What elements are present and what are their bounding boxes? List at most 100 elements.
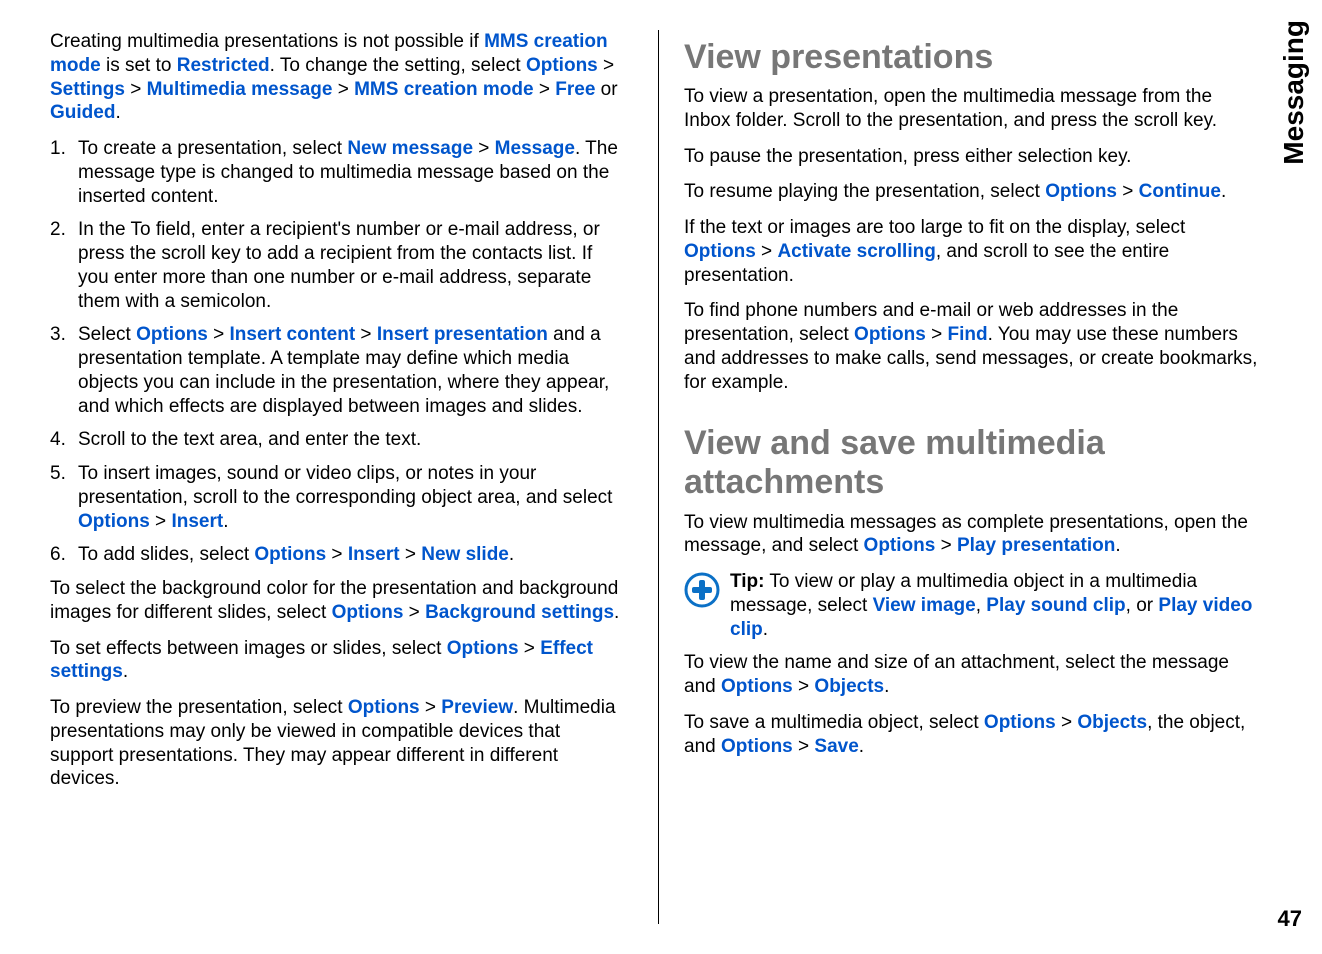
heading-view-and-save: View and save multimedia attachments — [684, 424, 1262, 502]
text: > — [332, 79, 354, 100]
text: > — [326, 544, 348, 565]
link-objects[interactable]: Objects — [814, 676, 884, 697]
link-free[interactable]: Free — [555, 79, 595, 100]
step-number: 3. — [50, 323, 66, 347]
step-6: 6. To add slides, select Options > Inser… — [50, 543, 628, 567]
text: > — [1117, 181, 1139, 202]
step-4: 4. Scroll to the text area, and enter th… — [50, 428, 628, 452]
link-play-sound-clip[interactable]: Play sound clip — [986, 595, 1125, 616]
paragraph: To find phone numbers and e-mail or web … — [684, 299, 1262, 394]
text: . — [115, 102, 120, 123]
text: To save a multimedia object, select — [684, 712, 984, 733]
text: . — [1115, 535, 1120, 556]
link-options[interactable]: Options — [721, 676, 793, 697]
link-multimedia-message[interactable]: Multimedia message — [147, 79, 333, 100]
text: To add slides, select — [78, 544, 254, 565]
link-options[interactable]: Options — [984, 712, 1056, 733]
link-background-settings[interactable]: Background settings — [425, 602, 614, 623]
link-options[interactable]: Options — [254, 544, 326, 565]
text: . — [859, 736, 864, 757]
link-continue[interactable]: Continue — [1139, 181, 1221, 202]
step-5: 5. To insert images, sound or video clip… — [50, 462, 628, 533]
link-preview[interactable]: Preview — [441, 697, 513, 718]
step-number: 6. — [50, 543, 66, 567]
text: > — [534, 79, 556, 100]
link-options[interactable]: Options — [684, 241, 756, 262]
link-options[interactable]: Options — [136, 324, 208, 345]
text: > — [793, 676, 815, 697]
preview-paragraph: To preview the presentation, select Opti… — [50, 696, 628, 791]
step-number: 5. — [50, 462, 66, 486]
paragraph: To pause the presentation, press either … — [684, 145, 1262, 169]
text: . — [884, 676, 889, 697]
text: is set to — [101, 55, 177, 76]
link-options[interactable]: Options — [721, 736, 793, 757]
link-options[interactable]: Options — [864, 535, 936, 556]
text: To create a presentation, select — [78, 138, 347, 159]
text: . — [1221, 181, 1226, 202]
link-options[interactable]: Options — [526, 55, 598, 76]
link-restricted[interactable]: Restricted — [177, 55, 270, 76]
link-mms-creation-mode-2[interactable]: MMS creation mode — [354, 79, 533, 100]
text: . — [509, 544, 514, 565]
text: . To change the setting, select — [270, 55, 526, 76]
text: > — [935, 535, 957, 556]
section-tab: Messaging — [1278, 20, 1310, 165]
text: If the text or images are too large to f… — [684, 217, 1185, 238]
text: > — [355, 324, 377, 345]
heading-view-presentations: View presentations — [684, 38, 1262, 77]
text: . — [614, 602, 619, 623]
paragraph: To view the name and size of an attachme… — [684, 651, 1262, 699]
link-message[interactable]: Message — [495, 138, 575, 159]
step-number: 4. — [50, 428, 66, 452]
link-new-message[interactable]: New message — [347, 138, 473, 159]
text: > — [1056, 712, 1078, 733]
paragraph: To view multimedia messages as complete … — [684, 511, 1262, 559]
paragraph: To view a presentation, open the multime… — [684, 85, 1262, 133]
text: > — [150, 511, 172, 532]
background-paragraph: To select the background color for the p… — [50, 577, 628, 625]
link-objects[interactable]: Objects — [1077, 712, 1147, 733]
link-settings[interactable]: Settings — [50, 79, 125, 100]
text: , or — [1126, 595, 1159, 616]
link-play-presentation[interactable]: Play presentation — [957, 535, 1115, 556]
link-insert-content[interactable]: Insert content — [230, 324, 356, 345]
paragraph: To resume playing the presentation, sele… — [684, 180, 1262, 204]
link-options[interactable]: Options — [1045, 181, 1117, 202]
text: . — [223, 511, 228, 532]
text: > — [926, 324, 948, 345]
text: > — [125, 79, 147, 100]
link-insert[interactable]: Insert — [348, 544, 400, 565]
link-activate-scrolling[interactable]: Activate scrolling — [777, 241, 935, 262]
text: Scroll to the text area, and enter the t… — [78, 429, 421, 450]
text: > — [420, 697, 442, 718]
link-options[interactable]: Options — [854, 324, 926, 345]
tip-plus-icon — [684, 572, 720, 608]
link-options[interactable]: Options — [447, 638, 519, 659]
text: . — [763, 619, 768, 640]
tip-block: Tip: To view or play a multimedia object… — [684, 570, 1262, 641]
text: Select — [78, 324, 136, 345]
tip-label: Tip: — [730, 571, 764, 592]
link-insert-presentation[interactable]: Insert presentation — [377, 324, 548, 345]
link-options[interactable]: Options — [348, 697, 420, 718]
link-options[interactable]: Options — [332, 602, 404, 623]
paragraph: To save a multimedia object, select Opti… — [684, 711, 1262, 759]
step-number: 1. — [50, 137, 66, 161]
text: > — [598, 55, 614, 76]
text: > — [756, 241, 778, 262]
link-guided[interactable]: Guided — [50, 102, 115, 123]
step-1: 1. To create a presentation, select New … — [50, 137, 628, 208]
text: > — [400, 544, 422, 565]
link-new-slide[interactable]: New slide — [421, 544, 509, 565]
steps-list: 1. To create a presentation, select New … — [50, 137, 628, 567]
effects-paragraph: To set effects between images or slides,… — [50, 637, 628, 685]
link-insert[interactable]: Insert — [171, 511, 223, 532]
text: To insert images, sound or video clips, … — [78, 463, 612, 508]
link-options[interactable]: Options — [78, 511, 150, 532]
link-find[interactable]: Find — [947, 324, 987, 345]
link-view-image[interactable]: View image — [873, 595, 976, 616]
document-page: Creating multimedia presentations is not… — [50, 30, 1282, 924]
text: > — [208, 324, 230, 345]
link-save[interactable]: Save — [814, 736, 858, 757]
